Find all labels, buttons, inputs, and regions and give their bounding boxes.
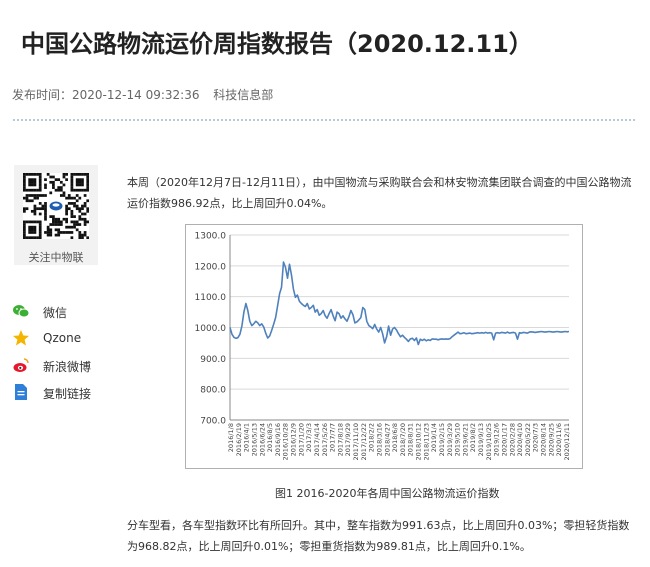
x-tick-label: 2019/5/10: [454, 423, 462, 456]
qr-code-icon: [23, 173, 90, 240]
x-tick-label: 2018/8/31: [407, 423, 415, 456]
publish-label: 发布时间：: [12, 88, 73, 102]
x-tick-label: 2016/2/19: [235, 423, 243, 456]
x-tick-label: 2020/1/17: [501, 423, 509, 456]
y-tick-label: 1000.0: [195, 324, 227, 334]
x-tick-label: 2017/3/3: [305, 423, 313, 452]
x-tick-label: 2018/3/16: [376, 423, 384, 456]
x-tick-label: 2016/9/16: [274, 423, 282, 456]
y-tick-label: 800.0: [200, 386, 226, 396]
chart-caption: 图1 2016-2020年各周中国公路物流运价指数: [275, 487, 500, 500]
x-tick-label: 2017/8/18: [336, 423, 344, 456]
x-tick-label: 2019/2/15: [438, 423, 446, 456]
wechat-icon: [13, 305, 30, 318]
breadcrumb: — —: [0, 0, 650, 8]
x-tick-label: 2019/3/29: [446, 423, 454, 456]
x-tick-label: 2018/10/12: [415, 423, 423, 460]
copy-link-label: 复制链接: [43, 387, 92, 401]
star-icon: [13, 330, 29, 346]
y-tick-label: 900.0: [200, 355, 226, 365]
x-tick-label: 2016/5/13: [250, 423, 258, 456]
y-tick-label: 700.0: [200, 417, 226, 427]
x-tick-label: 2017/4/14: [313, 423, 321, 456]
x-tick-label: 2017/1/20: [297, 423, 305, 456]
publish-time: 2020-12-14 09:32:36: [72, 88, 200, 102]
y-tick-label: 1200.0: [195, 262, 227, 272]
x-tick-label: 2018/4/27: [383, 423, 391, 456]
x-tick-label: 2016/6/24: [258, 423, 266, 456]
x-tick-label: 2018/7/20: [399, 423, 407, 456]
x-tick-label: 2016/4/1: [243, 423, 251, 452]
x-tick-label: 2016/8/5: [266, 423, 274, 452]
x-tick-label: 2016/1/8: [227, 423, 235, 452]
document-icon: [15, 384, 27, 400]
qr-code-image: [23, 173, 90, 240]
x-tick-label: 2020/7/3: [532, 423, 540, 452]
breadcrumb-text: — —: [4, 0, 35, 5]
x-tick-label: 2017/9/29: [344, 423, 352, 456]
x-tick-label: 2016/12/9: [290, 423, 298, 456]
share-weibo-label: 新浪微博: [43, 360, 92, 374]
dotted-divider: [12, 118, 636, 122]
x-tick-label: 2017/5/26: [321, 423, 329, 456]
x-tick-label: 2020/5/22: [524, 423, 532, 456]
x-tick-label: 2019/12/6: [493, 423, 501, 456]
x-tick-label: 2019/6/21: [461, 423, 469, 456]
line-chart: 1300.01200.01100.01000.0900.0800.0700.02…: [195, 232, 572, 461]
series-line: [229, 261, 570, 346]
x-tick-label: 2019/8/2: [469, 423, 477, 452]
share-qzone-label: Qzone: [43, 331, 82, 345]
x-tick-label: 2018/11/23: [422, 423, 430, 460]
x-tick-label: 2017/11/10: [352, 423, 360, 460]
x-tick-label: 2016/10/28: [282, 423, 290, 460]
y-tick-label: 1100.0: [195, 293, 227, 303]
page-title: 中国公路物流运价周指数报告（2020.12.11）: [21, 30, 533, 58]
article-meta: 发布时间：2020-12-14 09:32:36 科技信息部: [12, 86, 273, 103]
x-tick-label: 2019/9/13: [477, 423, 485, 456]
freight-index-chart: 1300.0 1200.0 1100.0 1000.0 900.0 800.0 700.0 2…: [185, 224, 583, 469]
x-tick-label: 2019/1/4: [430, 423, 438, 452]
y-tick-label: 1300.0: [195, 232, 227, 242]
department: 科技信息部: [213, 88, 274, 102]
share-weibo-button[interactable]: 新浪微博: [12, 355, 132, 375]
x-tick-label: 2020/12/11: [563, 423, 571, 460]
weibo-icon: [13, 358, 29, 372]
x-tick-label: 2018/6/8: [391, 423, 399, 452]
x-tick-label: 2020/11/6: [555, 423, 563, 456]
x-tick-label: 2017/7/7: [329, 423, 337, 452]
x-tick-label: 2020/4/10: [516, 423, 524, 456]
x-tick-label: 2020/2/28: [508, 423, 516, 456]
article-paragraph-2: 分车型看，各车型指数环比有所回升。其中，整车指数为991.63点，比上周回升0.…: [127, 519, 630, 553]
copy-link-button[interactable]: 复制链接: [12, 382, 132, 402]
article-paragraph-1: 本周（2020年12月7日-12月11日），由中国物流与采购联合会和林安物流集团…: [127, 176, 632, 210]
qr-code-panel: 关注中物联: [14, 165, 98, 265]
share-wechat-label: 微信: [43, 306, 68, 320]
share-wechat-button[interactable]: 微信: [12, 301, 132, 321]
x-tick-label: 2018/2/2: [368, 423, 376, 452]
qr-label: 关注中物联: [28, 251, 84, 264]
share-qzone-button[interactable]: Qzone: [12, 328, 132, 348]
x-tick-label: 2019/10/25: [485, 423, 493, 460]
x-tick-label: 2017/12/22: [360, 423, 368, 460]
x-tick-label: 2020/8/14: [540, 423, 548, 456]
x-tick-label: 2020/9/25: [547, 423, 555, 456]
